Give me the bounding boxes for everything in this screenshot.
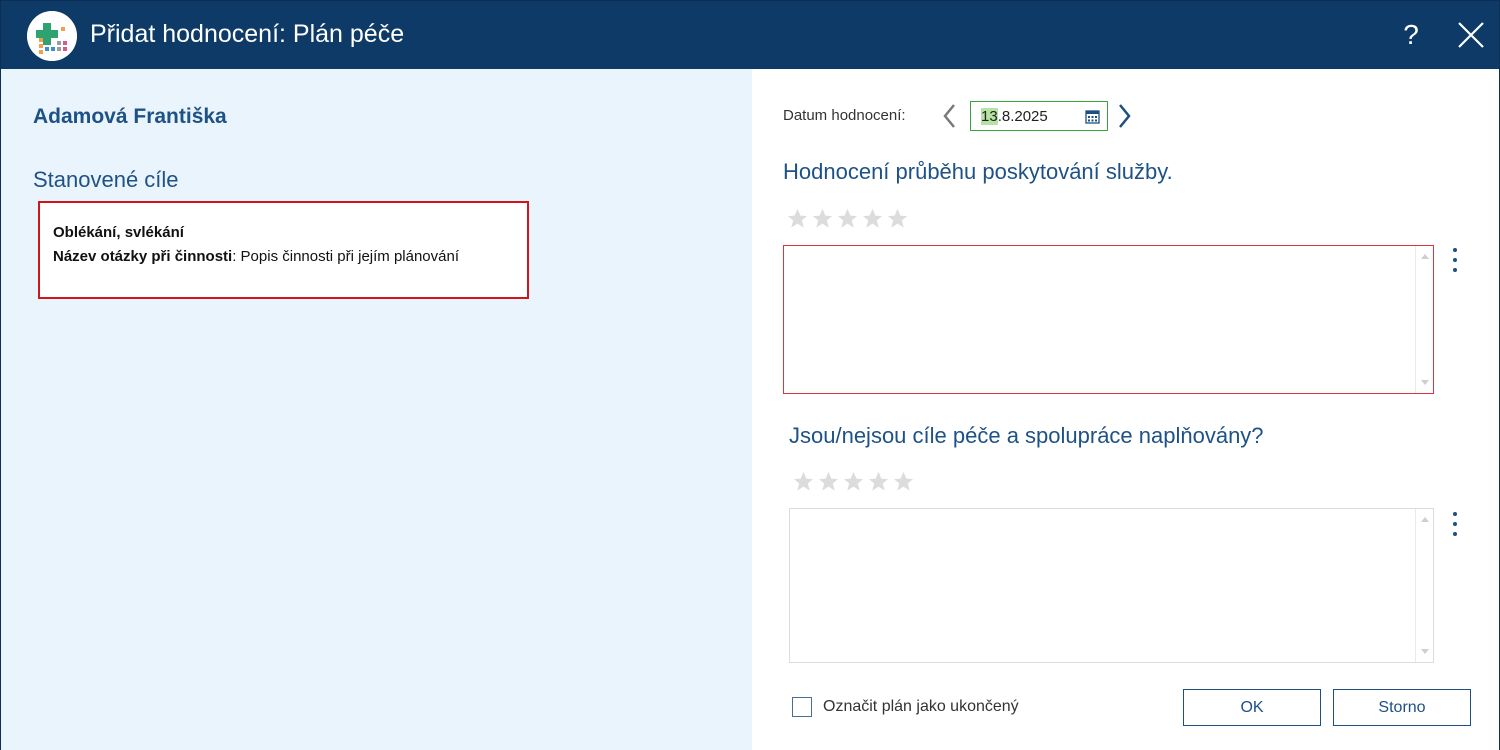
calendar-icon[interactable]	[1085, 109, 1100, 124]
chevron-right-icon	[1119, 104, 1131, 128]
star-icon[interactable]	[786, 207, 809, 230]
star-icon[interactable]	[836, 207, 859, 230]
right-panel: Datum hodnocení: 13.8.2025 Hodnocení prů…	[752, 69, 1499, 750]
client-name: Adamová Františka	[33, 105, 227, 128]
app-logo-icon	[27, 11, 77, 61]
dialog-window: Přidat hodnocení: Plán péče ? Adamová Fr…	[0, 0, 1500, 750]
more-vertical-icon	[1453, 248, 1457, 252]
help-button[interactable]: ?	[1391, 13, 1431, 57]
prev-day-button[interactable]	[940, 102, 960, 130]
question-1-textarea[interactable]	[783, 245, 1434, 394]
star-icon[interactable]	[792, 470, 815, 493]
date-selected-part: 13	[981, 108, 998, 125]
scroll-down-icon[interactable]	[1421, 649, 1429, 654]
goal-card[interactable]: Oblékání, svlékání Název otázky při činn…	[38, 201, 529, 299]
star-icon[interactable]	[817, 470, 840, 493]
goal-question-text: : Popis činnosti při jejím plánování	[232, 248, 459, 265]
date-label: Datum hodnocení:	[783, 107, 906, 124]
question-2-more-button[interactable]	[1445, 509, 1465, 539]
ok-button[interactable]: OK	[1183, 689, 1321, 726]
question-1-rating[interactable]	[786, 207, 909, 230]
mark-finished-checkbox[interactable]	[792, 697, 812, 717]
date-rest: .8.2025	[997, 108, 1048, 125]
goals-heading: Stanovené cíle	[33, 167, 179, 192]
scroll-up-icon[interactable]	[1421, 254, 1429, 259]
dialog-title: Přidat hodnocení: Plán péče	[90, 20, 405, 48]
title-bar: Přidat hodnocení: Plán péče ?	[1, 1, 1499, 69]
star-icon[interactable]	[811, 207, 834, 230]
question-2-rating[interactable]	[792, 470, 915, 493]
chevron-left-icon	[943, 104, 955, 128]
star-icon[interactable]	[842, 470, 865, 493]
question-2-input[interactable]	[790, 509, 1433, 662]
close-button[interactable]	[1449, 13, 1493, 57]
question-2-textarea[interactable]	[789, 508, 1434, 663]
goal-title: Oblékání, svlékání	[53, 224, 184, 241]
question-1-scrollbar[interactable]	[1415, 246, 1433, 393]
more-vertical-icon	[1453, 512, 1457, 516]
scroll-down-icon[interactable]	[1421, 380, 1429, 385]
star-icon[interactable]	[861, 207, 884, 230]
question-1-more-button[interactable]	[1445, 245, 1465, 275]
date-field[interactable]: 13.8.2025	[970, 101, 1108, 131]
question-2-scrollbar[interactable]	[1415, 509, 1433, 662]
mark-finished-label[interactable]: Označit plán jako ukončený	[823, 698, 1019, 716]
star-icon[interactable]	[886, 207, 909, 230]
left-panel: Adamová Františka Stanovené cíle Oblékán…	[1, 69, 752, 750]
question-1-heading: Hodnocení průběhu poskytování služby.	[783, 159, 1173, 184]
scroll-up-icon[interactable]	[1421, 517, 1429, 522]
question-1-input[interactable]	[784, 246, 1433, 393]
cancel-button[interactable]: Storno	[1333, 689, 1471, 726]
star-icon[interactable]	[867, 470, 890, 493]
question-2-heading: Jsou/nejsou cíle péče a spolupráce naplň…	[789, 423, 1264, 448]
star-icon[interactable]	[892, 470, 915, 493]
close-icon	[1458, 22, 1484, 48]
next-day-button[interactable]	[1114, 102, 1134, 130]
goal-question-label: Název otázky při činnosti	[53, 248, 233, 265]
